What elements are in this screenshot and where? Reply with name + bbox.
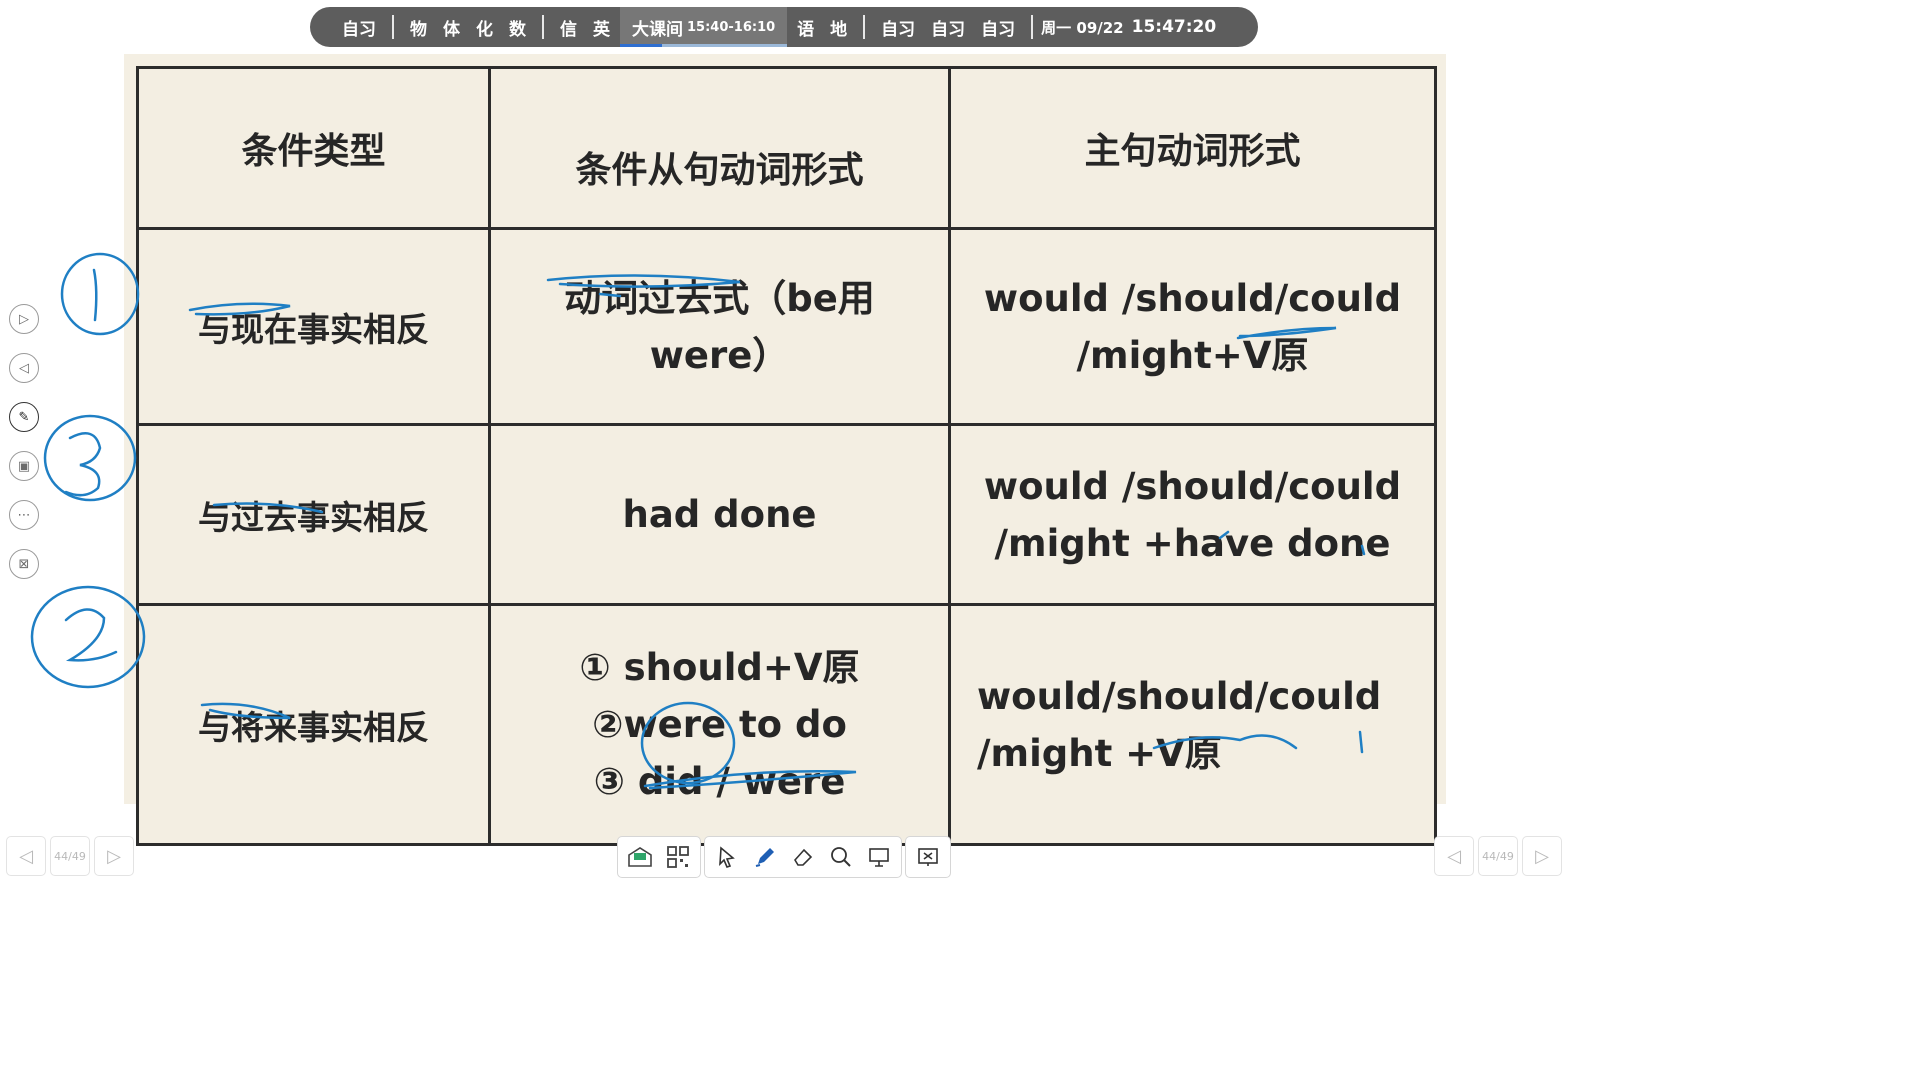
schedule-item[interactable]: 自习 [973,15,1023,40]
current-period-time: 15:40-16:10 [687,19,776,35]
play-forward-icon[interactable]: ▷ [9,304,39,334]
checkin-icon[interactable] [622,839,658,875]
header-clause-verb-form: 条件从句动词形式 [488,66,951,230]
period-progress-fill [620,44,662,47]
slide: 条件类型 条件从句动词形式 主句动词形式 与现在事实相反 动词过去式（be用 w… [124,54,1446,846]
row-main-verb-form: would /should/could /might+V原 [948,227,1437,426]
toolbar-group [704,836,902,878]
screen-select-icon[interactable]: ▣ [9,451,39,481]
schedule-separator [1031,15,1034,39]
clause-line: were） [649,333,790,377]
projector-icon[interactable] [861,839,897,875]
prev-page-button[interactable]: ◁ [1434,836,1474,876]
main-line: /might +have done [994,521,1391,565]
close-presentation-icon[interactable] [910,839,946,875]
main-line: /might +V原 [977,731,1222,775]
schedule-item[interactable]: 数 [501,15,534,40]
ink-digit-3 [64,432,102,497]
row-main-verb-form: would /should/could /might +have done [948,423,1437,606]
row-clause-verb-form: had done [488,423,951,606]
clause-line: had done [622,493,817,536]
row-condition-type: 与现在事实相反 [136,227,491,426]
schedule-item[interactable]: 英 [585,15,618,40]
row-clause-verb-form: 动词过去式（be用 were） [488,227,951,426]
next-page-button[interactable]: ▷ [94,836,134,876]
bottom-toolbar [617,836,951,878]
schedule-item[interactable]: 自习 [873,15,923,40]
schedule-item[interactable]: 信 [552,15,585,40]
schedule-item[interactable]: 体 [435,15,468,40]
toolbar-group [905,836,951,878]
clause-line: ②were to do [592,703,847,746]
toolbar-group [617,836,701,878]
main-line: /might+V原 [1076,333,1309,377]
pen-disabled-icon[interactable]: ✎ [9,402,39,432]
pager-left: ◁ 44/49 ▷ [6,836,134,876]
more-icon[interactable]: ⋯ [9,500,39,530]
next-page-button[interactable]: ▷ [1522,836,1562,876]
current-period-label: 大课间 [632,19,683,40]
prev-page-button[interactable]: ◁ [6,836,46,876]
main-line: would /should/could [983,464,1402,508]
page-indicator: 44/49 [1478,836,1518,876]
schedule-item[interactable]: 自习 [334,15,384,40]
pager-right: ◁ 44/49 ▷ [1434,836,1562,876]
clause-line: ① should+V原 [579,646,860,689]
row-condition-type: 与将来事实相反 [136,603,491,846]
clause-line: ③ did / were [593,760,846,803]
play-back-icon[interactable]: ◁ [9,353,39,383]
header-main-verb-form: 主句动词形式 [948,66,1437,230]
page-indicator: 44/49 [50,836,90,876]
schedule-bar: 自习 物 体 化 数 信 英 大课间 15:40-16:10 语 地 自习 自习… [310,7,1258,47]
schedule-item[interactable]: 化 [468,15,501,40]
cursor-icon[interactable] [709,839,745,875]
screen-off-icon[interactable]: ⊠ [9,549,39,579]
conditional-table: 条件类型 条件从句动词形式 主句动词形式 与现在事实相反 动词过去式（be用 w… [136,66,1437,846]
clause-line: 动词过去式（be用 [564,276,875,320]
ink-circle-3 [43,414,137,502]
schedule-item[interactable]: 自习 [923,15,973,40]
current-period[interactable]: 大课间 15:40-16:10 [620,7,788,47]
main-line: would /should/could [983,276,1402,320]
eraser-icon[interactable] [785,839,821,875]
date-label: 周一 09/22 [1041,18,1124,37]
row-condition-type: 与过去事实相反 [136,423,491,606]
ink-digit-1 [92,268,98,322]
qr-code-icon[interactable] [660,839,696,875]
schedule-item[interactable]: 语 [789,15,822,40]
schedule-item[interactable]: 物 [402,15,435,40]
row-clause-verb-form: ① should+V原 ②were to do ③ did / were [488,603,951,846]
schedule-separator [392,15,394,39]
schedule-separator [863,15,866,39]
main-line: would/should/could [977,674,1382,718]
ink-digit-2 [64,608,118,662]
clock: 15:47:20 [1131,17,1217,37]
search-icon[interactable] [823,839,859,875]
schedule-item[interactable]: 地 [822,15,855,40]
row-main-verb-form: would/should/could /might +V原 [948,603,1437,846]
header-condition-type: 条件类型 [136,66,491,230]
pen-icon[interactable] [747,839,783,875]
schedule-separator [542,15,544,39]
